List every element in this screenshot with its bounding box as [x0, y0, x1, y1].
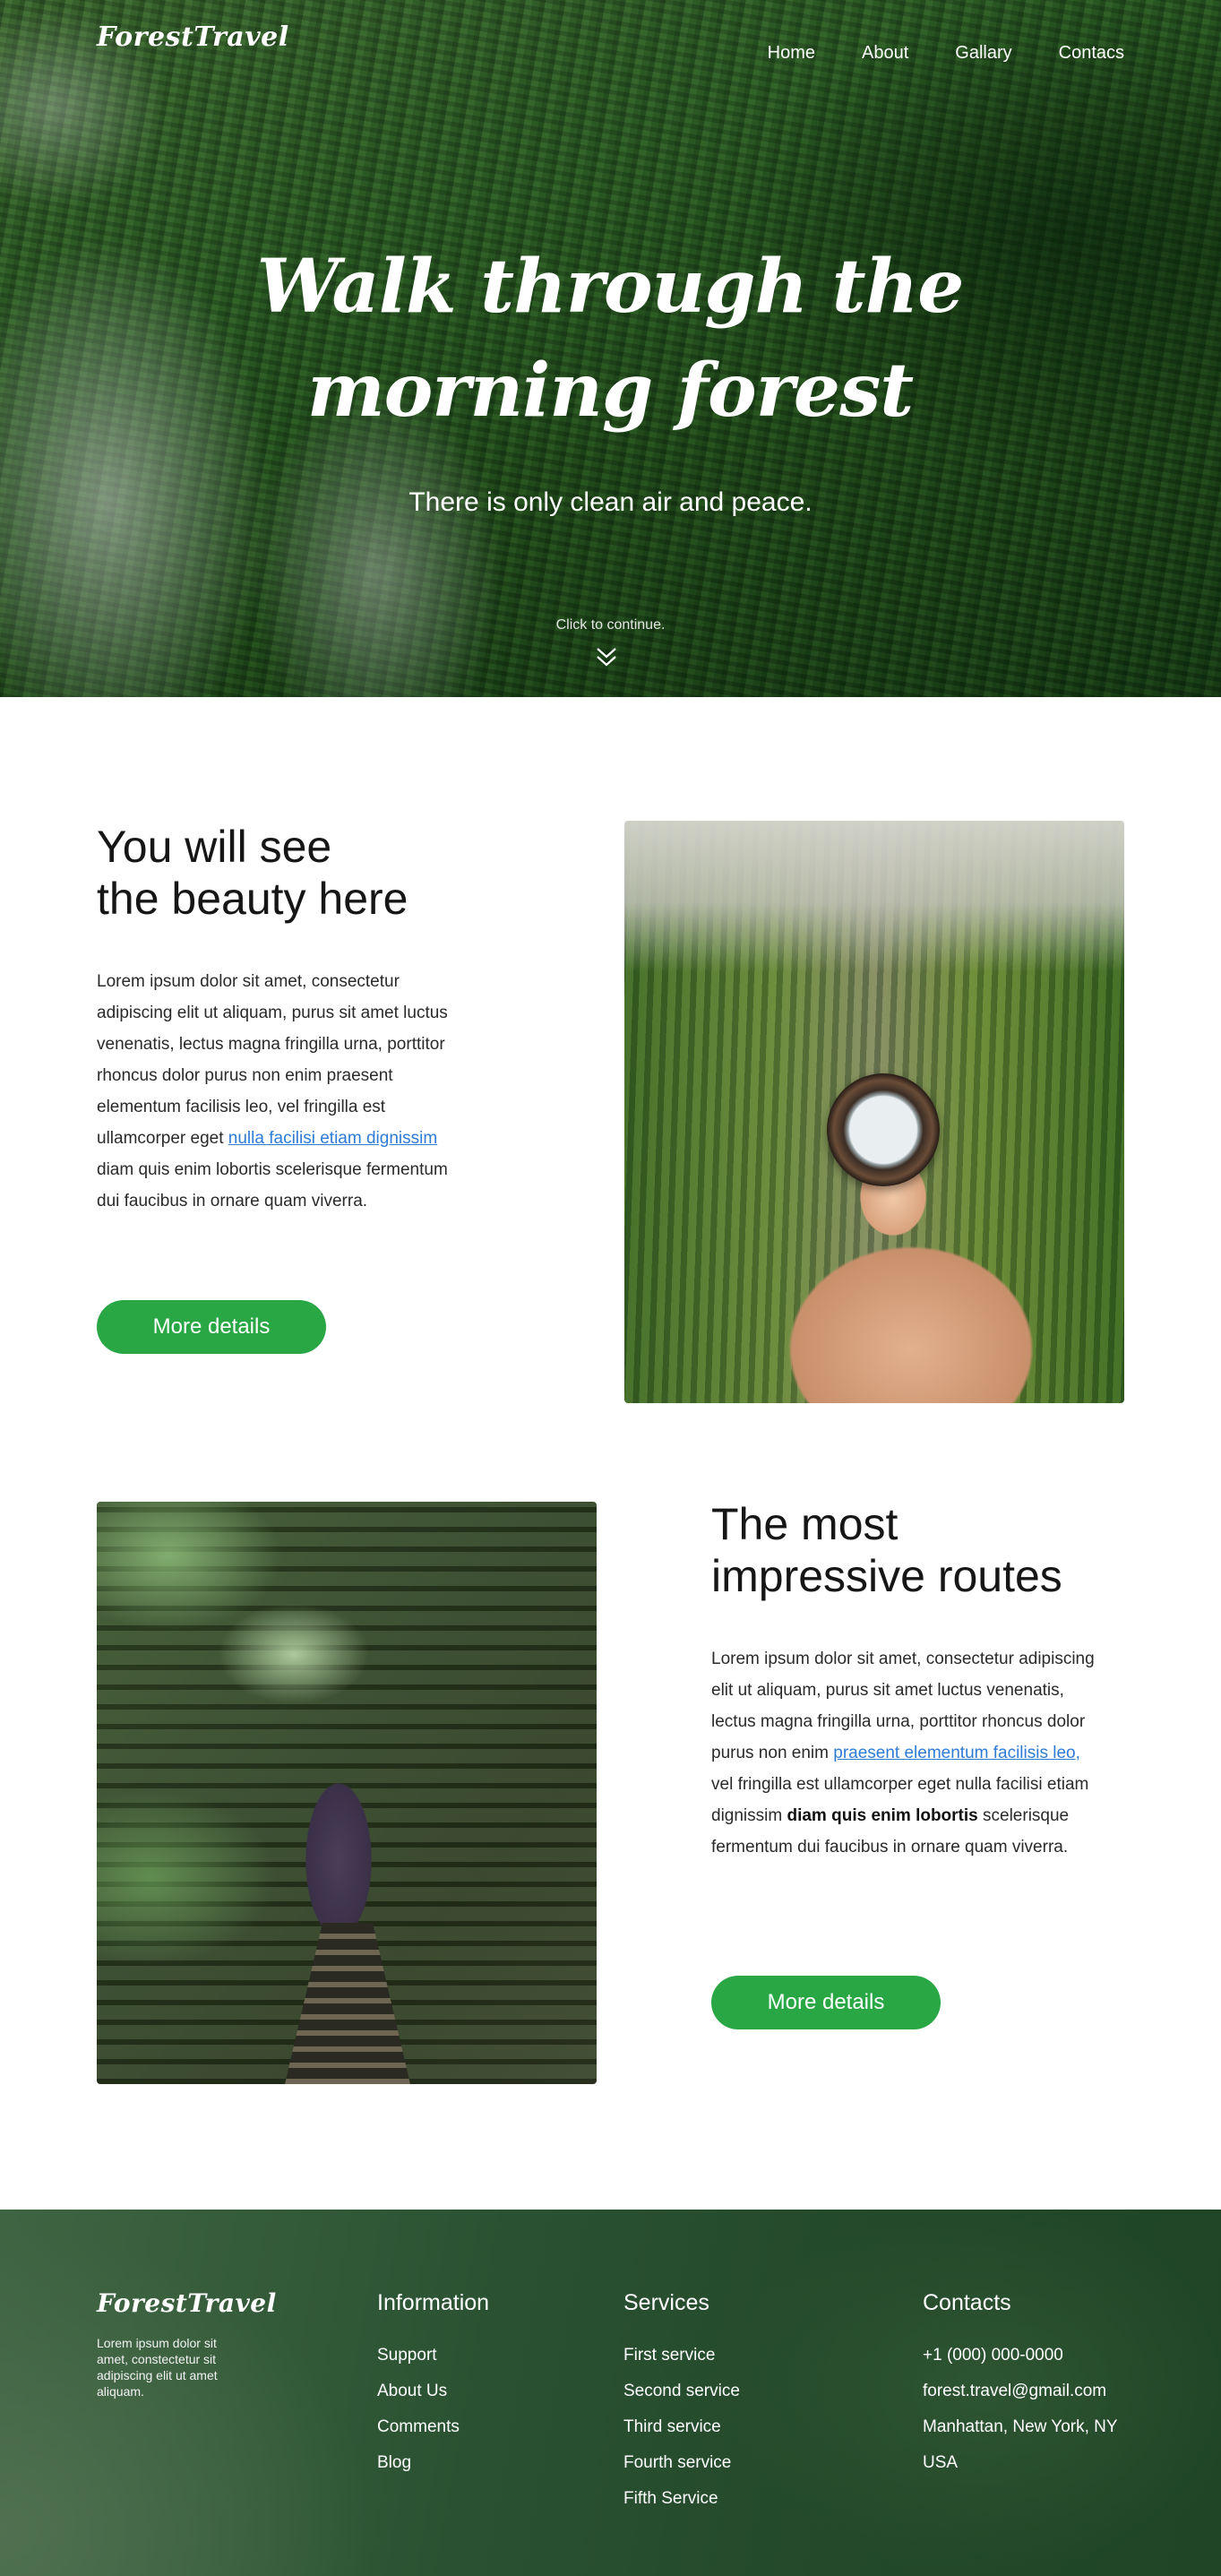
footer-link-service[interactable]: Fifth Service — [623, 2481, 758, 2517]
site-logo[interactable]: ForestTravel — [97, 22, 289, 53]
footer-description: Lorem ipsum dolor sit amet, constectetur… — [97, 2336, 218, 2399]
footer-link-service[interactable]: Third service — [623, 2409, 758, 2445]
stairs-shape — [285, 1923, 410, 2084]
more-details-button[interactable]: More details — [97, 1300, 326, 1354]
footer-link-service[interactable]: Fourth service — [623, 2445, 758, 2481]
footer-heading: Contacts — [923, 2290, 1011, 2315]
feature-beauty-title: You will see the beauty here — [97, 821, 464, 925]
footer-services: Services First service Second service Th… — [623, 2290, 758, 2517]
more-details-button[interactable]: More details — [711, 1976, 941, 2029]
contact-country: USA — [923, 2453, 959, 2472]
feature-routes: The most impressive routes Lorem ipsum d… — [711, 1498, 1096, 1863]
inline-link[interactable]: praesent elementum facilisis leo, — [833, 1744, 1080, 1762]
feature-routes-text: Lorem ipsum dolor sit amet, consectetur … — [711, 1643, 1096, 1863]
hero-section: ForestTravel Home About Gallary Contacs … — [0, 0, 1221, 697]
contact-email[interactable]: forest.travel@gmail.com — [923, 2374, 1138, 2409]
title-line-1: You will see — [97, 822, 332, 872]
feature-routes-title: The most impressive routes — [711, 1498, 1096, 1602]
footer-link-support[interactable]: Support — [377, 2338, 556, 2374]
footer-link-about[interactable]: About Us — [377, 2374, 556, 2409]
footer-heading: Information — [377, 2290, 490, 2315]
hero-title: Walk through the morning forest — [256, 244, 965, 434]
compass-hand-photo — [624, 821, 1124, 1403]
text-segment: diam quis enim lobortis scelerisque ferm… — [97, 1160, 448, 1210]
nav-contacts[interactable]: Contacs — [1059, 43, 1124, 64]
hiker-stairs-photo — [97, 1502, 597, 2084]
hero-subtitle: There is only clean air and peace. — [408, 487, 813, 517]
title-line-2: the beauty here — [97, 874, 408, 924]
text-segment: Lorem ipsum dolor sit amet, consectetur … — [97, 972, 448, 1148]
footer-link-service[interactable]: First service — [623, 2338, 758, 2374]
footer-contacts: Contacts +1 (000) 000-0000 forest.travel… — [923, 2290, 1138, 2481]
footer-link-blog[interactable]: Blog — [377, 2445, 556, 2481]
nav-gallery[interactable]: Gallary — [955, 43, 1011, 64]
footer-information: Information Support About Us Comments Bl… — [377, 2290, 556, 2481]
site-footer: ForestTravel Lorem ipsum dolor sit amet,… — [0, 2210, 1221, 2576]
footer-heading: Services — [623, 2290, 709, 2315]
footer-link-comments[interactable]: Comments — [377, 2409, 556, 2445]
nav-home[interactable]: Home — [768, 43, 815, 64]
feature-beauty-text: Lorem ipsum dolor sit amet, consectetur … — [97, 966, 464, 1217]
footer-link-service[interactable]: Second service — [623, 2374, 758, 2409]
contact-address: Manhattan, New York, NY — [923, 2417, 1118, 2436]
feature-beauty: You will see the beauty here Lorem ipsum… — [97, 821, 464, 1217]
continue-hint[interactable]: Click to continue. — [0, 617, 1221, 633]
footer-logo[interactable]: ForestTravel — [97, 2288, 277, 2318]
title-line-1: The most — [711, 1499, 899, 1549]
nav-about[interactable]: About — [862, 43, 908, 64]
title-line-2: impressive routes — [711, 1551, 1062, 1601]
bold-text: diam quis enim lobortis — [787, 1806, 978, 1825]
main-nav: Home About Gallary Contacs — [721, 43, 1124, 64]
double-chevron-down-icon[interactable] — [596, 645, 617, 670]
compass-icon — [827, 1073, 940, 1186]
inline-link[interactable]: nulla facilisi etiam dignissim — [228, 1129, 437, 1148]
contact-phone[interactable]: +1 (000) 000-0000 — [923, 2338, 1138, 2374]
